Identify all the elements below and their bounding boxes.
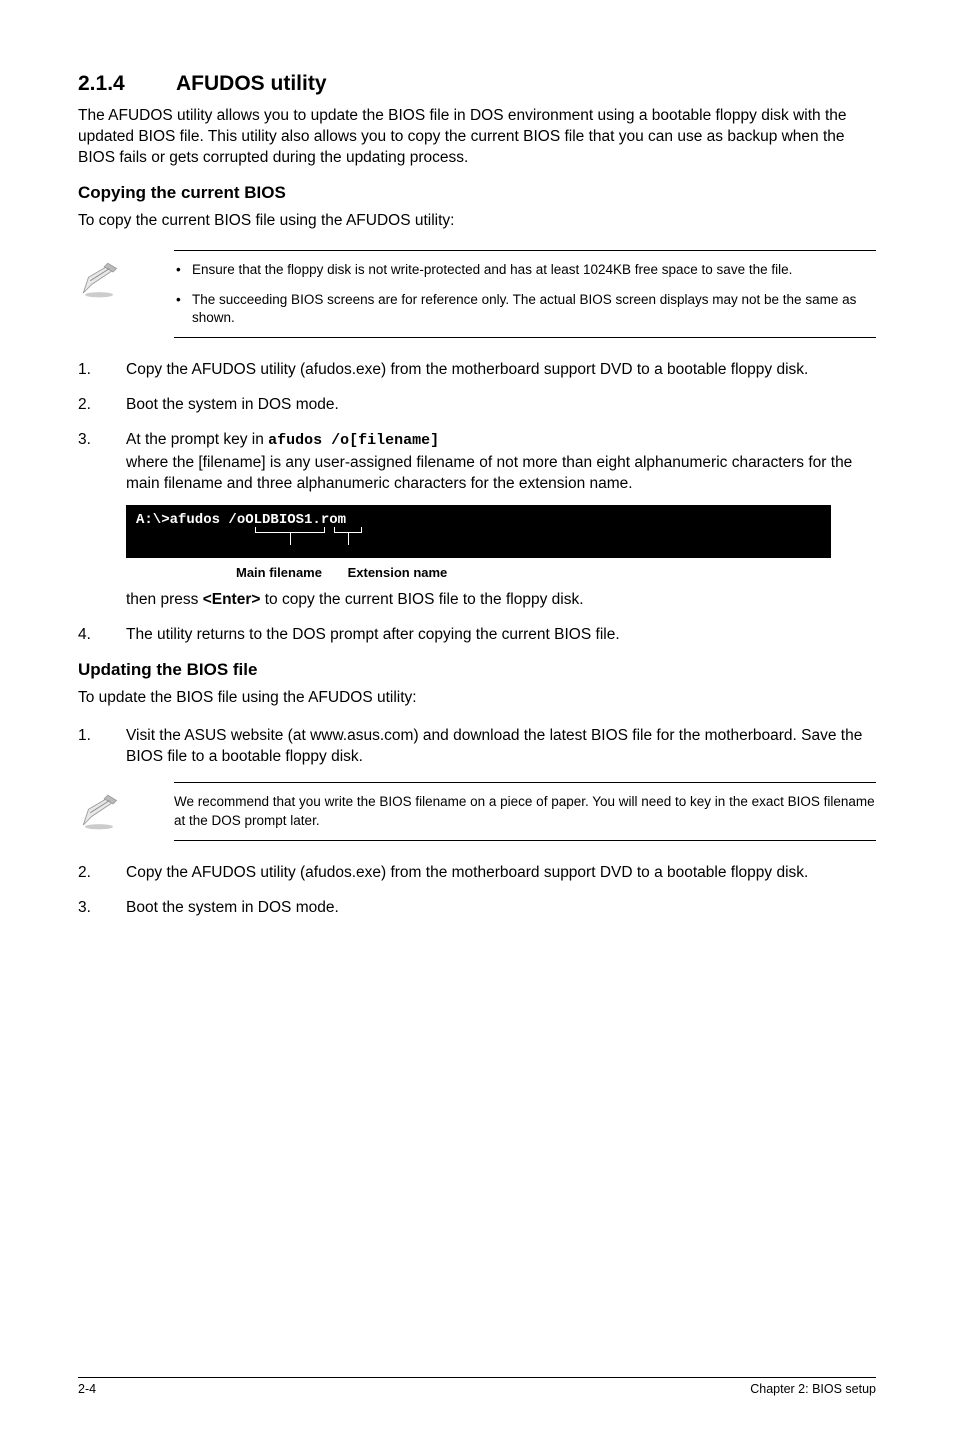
copying-heading: Copying the current BIOS [78, 183, 876, 203]
section-title: AFUDOS utility [176, 72, 327, 95]
label-main-filename: Main filename [236, 565, 322, 580]
pencil-icon [78, 258, 120, 305]
chapter-label: Chapter 2: BIOS setup [750, 1382, 876, 1396]
step-1: Copy the AFUDOS utility (afudos.exe) fro… [78, 360, 876, 381]
code-afudos: afudos /o[filename] [268, 432, 439, 449]
step-3-then: then press <Enter> to copy the current B… [126, 590, 876, 611]
note-item: Ensure that the floppy disk is not write… [174, 261, 876, 279]
step-3: At the prompt key in afudos /o[filename]… [78, 430, 876, 610]
note-block-copying: Ensure that the floppy disk is not write… [174, 250, 876, 339]
section-heading: 2.1.4AFUDOS utility [78, 72, 876, 96]
note-text: We recommend that you write the BIOS fil… [174, 783, 876, 839]
note-rule-bottom [174, 840, 876, 841]
updating-lead: To update the BIOS file using the AFUDOS… [78, 688, 876, 709]
page-number: 2-4 [78, 1382, 96, 1396]
updating-heading: Updating the BIOS file [78, 660, 876, 680]
section-intro: The AFUDOS utility allows you to update … [78, 106, 876, 169]
terminal-example: A:\>afudos /oOLDBIOS1.rom Main filename … [126, 505, 876, 581]
update-step-2: Copy the AFUDOS utility (afudos.exe) fro… [78, 863, 876, 884]
enter-key: <Enter> [203, 591, 261, 608]
note-block-updating: We recommend that you write the BIOS fil… [174, 782, 876, 840]
terminal-text: A:\>afudos /oOLDBIOS1.rom [136, 512, 346, 528]
step-2: Boot the system in DOS mode. [78, 395, 876, 416]
note-item: The succeeding BIOS screens are for refe… [174, 291, 876, 327]
copying-lead: To copy the current BIOS file using the … [78, 211, 876, 232]
update-step-3: Boot the system in DOS mode. [78, 898, 876, 919]
pencil-icon [78, 790, 120, 837]
step-4: The utility returns to the DOS prompt af… [78, 625, 876, 646]
note-rule-bottom [174, 337, 876, 338]
page-footer: 2-4 Chapter 2: BIOS setup [78, 1377, 876, 1396]
section-number: 2.1.4 [78, 72, 176, 96]
label-extension-name: Extension name [348, 565, 448, 580]
update-step-1: Visit the ASUS website (at www.asus.com)… [78, 726, 876, 768]
